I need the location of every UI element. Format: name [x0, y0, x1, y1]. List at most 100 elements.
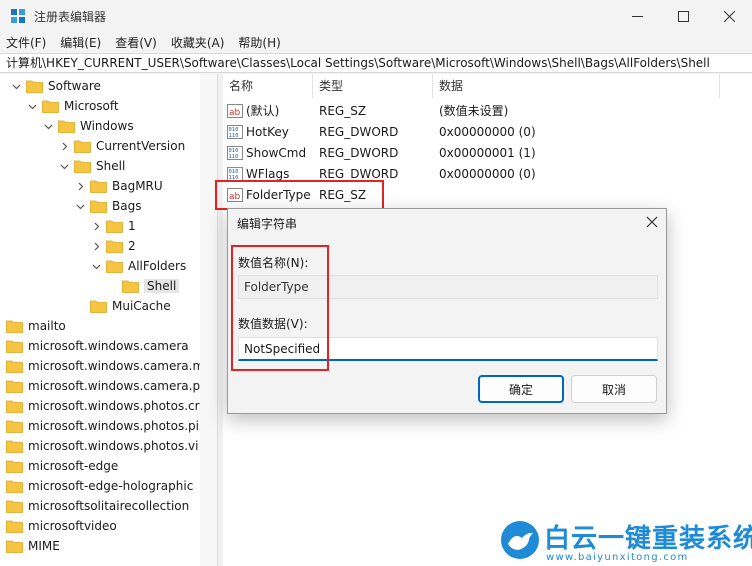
- tree-node[interactable]: Shell: [106, 276, 180, 296]
- value-name-cell: 010 110 ShowCmd: [227, 145, 307, 160]
- folder-icon: [6, 379, 23, 393]
- window-title: 注册表编辑器: [34, 10, 107, 24]
- tree-node[interactable]: microsoft-edge: [2, 456, 118, 476]
- menu-view[interactable]: 查看(V): [115, 34, 157, 51]
- regedit-app-icon: [11, 9, 25, 23]
- menu-edit[interactable]: 编辑(E): [60, 34, 101, 51]
- value-row[interactable]: 010 110 ShowCmd REG_DWORD 0x00000001 (1): [223, 142, 752, 163]
- chevron-down-icon[interactable]: [58, 160, 70, 172]
- tree-node[interactable]: microsoft.windows.camera.m: [2, 356, 204, 376]
- cancel-button[interactable]: 取消: [571, 375, 657, 403]
- ok-button[interactable]: 确定: [478, 375, 564, 403]
- value-type-cell: REG_DWORD: [319, 124, 399, 139]
- minimize-icon: [631, 15, 643, 17]
- chevron-right-icon[interactable]: [58, 140, 70, 152]
- column-header-data[interactable]: 数据: [433, 74, 720, 98]
- close-button[interactable]: [706, 0, 752, 32]
- folder-icon: [6, 519, 23, 533]
- value-data-cell: 0x00000000 (0): [439, 124, 536, 139]
- svg-text:ab: ab: [229, 108, 241, 118]
- value-row[interactable]: ab (默认) REG_SZ (数值未设置): [223, 100, 752, 121]
- value-name-cell: 010 110 WFlags: [227, 166, 289, 181]
- tree-node[interactable]: MuiCache: [74, 296, 171, 316]
- chevron-right-icon[interactable]: [74, 180, 86, 192]
- tree-node[interactable]: Windows: [42, 116, 134, 136]
- value-name-text: (默认): [246, 104, 280, 118]
- tree-node[interactable]: microsoft-edge-holographic: [2, 476, 193, 496]
- column-header-name[interactable]: 名称: [223, 74, 313, 98]
- menu-favorites[interactable]: 收藏夹(A): [171, 34, 225, 51]
- column-header-type[interactable]: 类型: [313, 74, 433, 98]
- value-name-text: ShowCmd: [246, 145, 307, 160]
- registry-tree[interactable]: Software Microsoft Windows CurrentVersion Sh…: [0, 74, 217, 566]
- folder-icon: [6, 399, 23, 413]
- chevron-down-icon[interactable]: [42, 120, 54, 132]
- brand-url: www.baiyunxitong.com: [546, 552, 689, 563]
- tree-node-label: MuiCache: [112, 299, 171, 313]
- folder-icon: [90, 179, 107, 193]
- tree-node[interactable]: Software: [10, 76, 101, 96]
- tree-node-label: microsoftsolitairecollection: [28, 499, 190, 513]
- tree-node[interactable]: Bags: [74, 196, 141, 216]
- folder-icon: [74, 139, 91, 153]
- tree-node[interactable]: microsoft.windows.photos.vi: [2, 436, 198, 456]
- folder-icon: [26, 79, 43, 93]
- tree-node[interactable]: microsoftvideo: [2, 516, 117, 536]
- folder-icon: [106, 259, 123, 273]
- menu-file[interactable]: 文件(F): [6, 34, 46, 51]
- bird-logo-icon: [501, 521, 539, 559]
- chevron-down-icon[interactable]: [26, 100, 38, 112]
- tree-node-label: mailto: [28, 319, 66, 333]
- folder-icon: [6, 539, 23, 553]
- folder-icon: [6, 499, 23, 513]
- folder-icon: [6, 339, 23, 353]
- value-type-cell: REG_DWORD: [319, 145, 399, 160]
- tree-node[interactable]: microsoftsolitairecollection: [2, 496, 189, 516]
- string-value-icon: ab: [227, 103, 243, 118]
- folder-icon: [6, 359, 23, 373]
- chevron-down-icon[interactable]: [90, 260, 102, 272]
- tree-node-label: Microsoft: [64, 99, 119, 113]
- chevron-down-icon[interactable]: [10, 80, 22, 92]
- folder-icon: [42, 99, 59, 113]
- folder-icon: [122, 279, 139, 293]
- tree-node[interactable]: BagMRU: [74, 176, 163, 196]
- chevron-down-icon[interactable]: [74, 200, 86, 212]
- tree-node[interactable]: microsoft.windows.photos.cr: [2, 396, 200, 416]
- tree-node-label: 1: [128, 219, 136, 233]
- value-data-cell: 0x00000001 (1): [439, 145, 536, 160]
- tree-scrollbar[interactable]: [200, 74, 217, 566]
- tree-node-label: 2: [128, 239, 136, 253]
- tree-node[interactable]: MIME: [2, 536, 60, 556]
- highlight-foldertype-row: [215, 180, 384, 210]
- address-bar[interactable]: 计算机\HKEY_CURRENT_USER\Software\Classes\L…: [0, 53, 752, 73]
- tree-node-label: AllFolders: [128, 259, 187, 273]
- value-row[interactable]: 010 110 HotKey REG_DWORD 0x00000000 (0): [223, 121, 752, 142]
- tree-node[interactable]: microsoft.windows.photos.pi: [2, 416, 199, 436]
- chevron-right-icon[interactable]: [90, 240, 102, 252]
- tree-node[interactable]: microsoft.windows.camera.pi: [2, 376, 203, 396]
- folder-icon: [6, 479, 23, 493]
- dialog-close-icon[interactable]: [646, 216, 658, 228]
- value-data-cell: 0x00000000 (0): [439, 166, 536, 181]
- folder-icon: [74, 159, 91, 173]
- chevron-right-icon[interactable]: [90, 220, 102, 232]
- tree-node[interactable]: CurrentVersion: [58, 136, 185, 156]
- tree-node[interactable]: microsoft.windows.camera: [2, 336, 189, 356]
- tree-node[interactable]: 2: [90, 236, 136, 256]
- folder-icon: [6, 419, 23, 433]
- binary-value-icon: 010 110: [227, 166, 243, 181]
- tree-node[interactable]: Shell: [58, 156, 125, 176]
- tree-node[interactable]: mailto: [2, 316, 66, 336]
- tree-node[interactable]: Microsoft: [26, 96, 119, 116]
- tree-node[interactable]: 1: [90, 216, 136, 236]
- tree-node-label: Windows: [80, 119, 134, 133]
- tree-node-label: MIME: [28, 539, 60, 553]
- value-name-cell: 010 110 HotKey: [227, 124, 289, 139]
- maximize-button[interactable]: [660, 0, 706, 32]
- menu-bar: 文件(F) 编辑(E) 查看(V) 收藏夹(A) 帮助(H): [0, 32, 752, 52]
- minimize-button[interactable]: [614, 0, 660, 32]
- folder-icon: [6, 319, 23, 333]
- menu-help[interactable]: 帮助(H): [238, 34, 280, 51]
- tree-node[interactable]: AllFolders: [90, 256, 186, 276]
